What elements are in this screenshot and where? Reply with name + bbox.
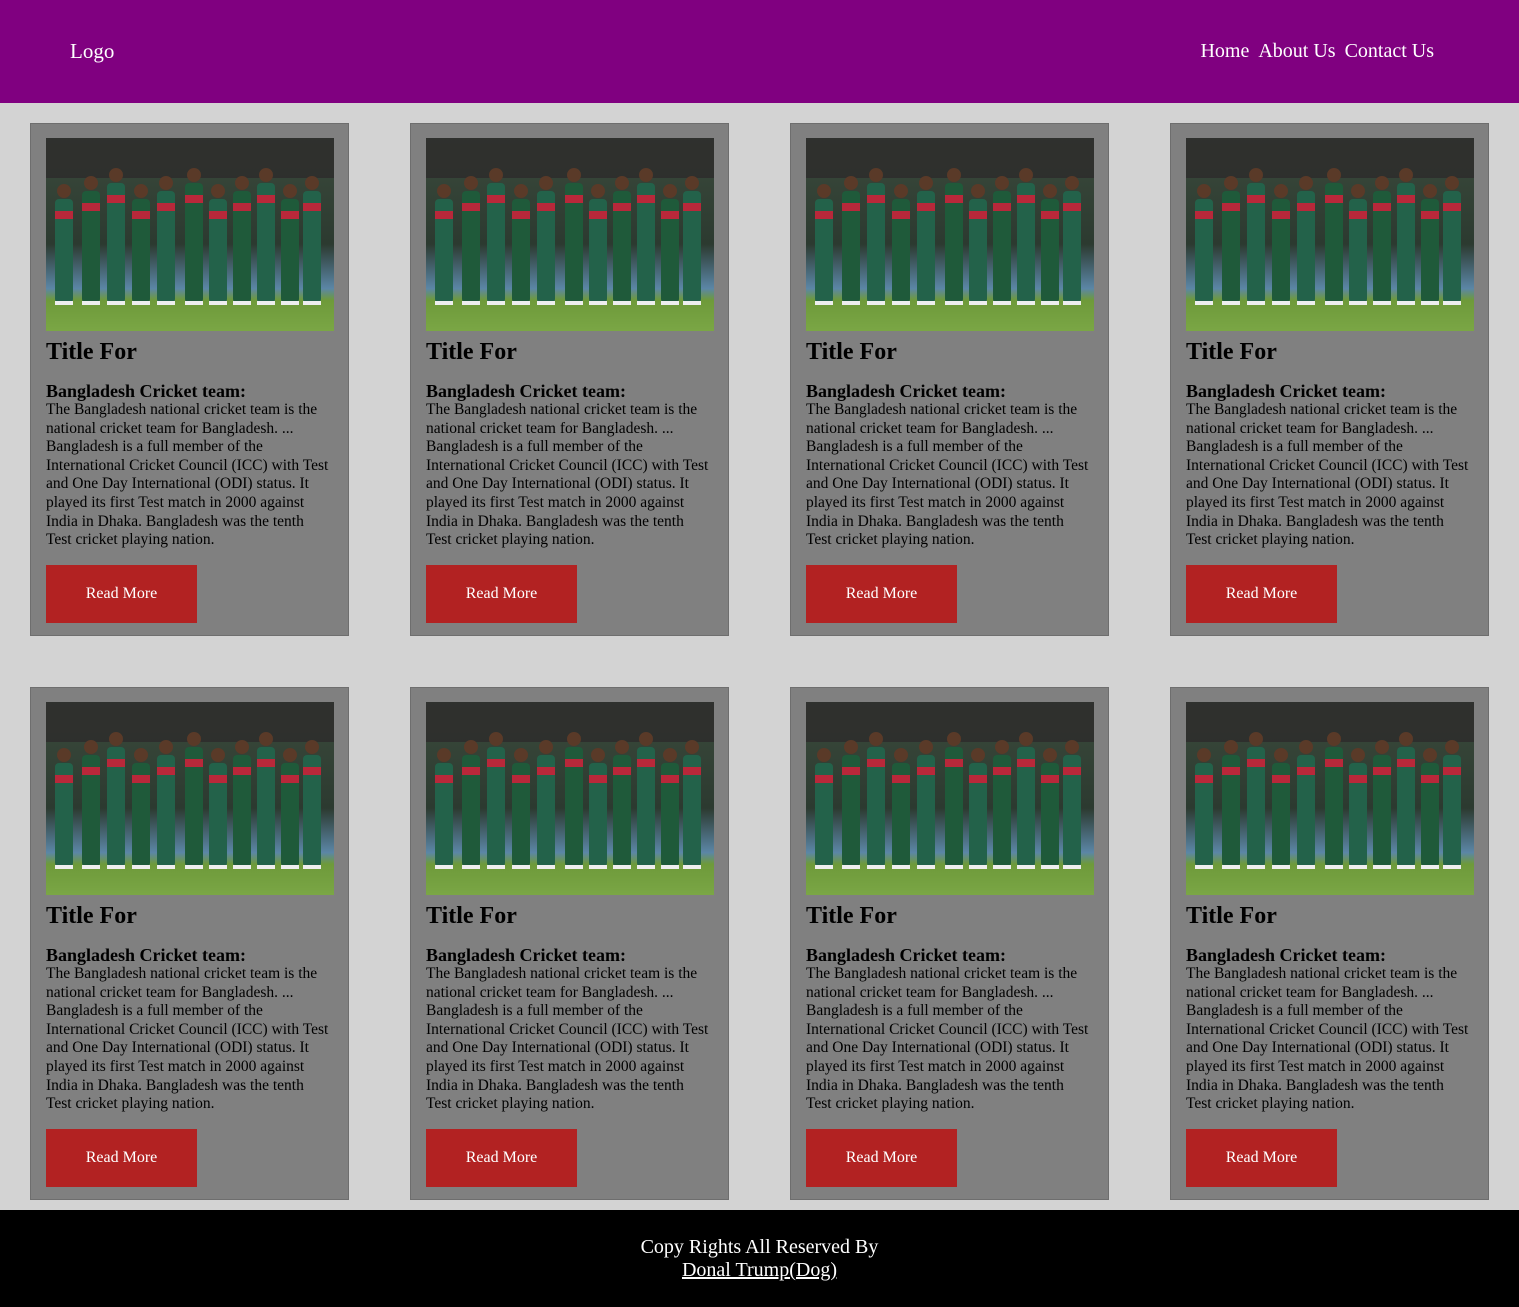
team-photo	[806, 702, 1094, 895]
main-nav: Home About Us Contact Us	[1200, 40, 1434, 63]
team-photo	[426, 138, 714, 331]
card-grid: Title For Bangladesh Cricket team: The B…	[0, 103, 1519, 1210]
logo[interactable]: Logo	[70, 39, 114, 64]
card-7: Title For Bangladesh Cricket team: The B…	[790, 687, 1109, 1200]
copyright-text: Copy Rights All Reserved By	[640, 1236, 879, 1258]
card-title: Title For	[426, 339, 517, 365]
read-more-button[interactable]: Read More	[426, 1128, 577, 1187]
card-title: Title For	[806, 339, 897, 365]
team-photo	[1186, 138, 1474, 331]
card-body: The Bangladesh national cricket team is …	[426, 401, 709, 549]
card-subtitle: Bangladesh Cricket team:	[1186, 945, 1386, 965]
nav-about-link[interactable]: About Us	[1258, 40, 1335, 63]
card-1: Title For Bangladesh Cricket team: The B…	[30, 123, 349, 636]
nav-home-link[interactable]: Home	[1200, 40, 1249, 63]
site-footer: Copy Rights All Reserved By Donal Trump(…	[0, 1210, 1519, 1307]
team-photo	[46, 702, 334, 895]
card-subtitle: Bangladesh Cricket team:	[1186, 381, 1386, 401]
card-6: Title For Bangladesh Cricket team: The B…	[410, 687, 729, 1200]
card-5: Title For Bangladesh Cricket team: The B…	[30, 687, 349, 1200]
card-2: Title For Bangladesh Cricket team: The B…	[410, 123, 729, 636]
site-header: Logo Home About Us Contact Us	[0, 0, 1519, 103]
card-title: Title For	[1186, 903, 1277, 929]
card-subtitle: Bangladesh Cricket team:	[426, 381, 626, 401]
read-more-button[interactable]: Read More	[46, 564, 197, 623]
footer-author-link[interactable]: Donal Trump(Dog)	[682, 1259, 837, 1281]
card-subtitle: Bangladesh Cricket team:	[46, 945, 246, 965]
card-body: The Bangladesh national cricket team is …	[806, 965, 1089, 1113]
card-title: Title For	[1186, 339, 1277, 365]
card-body: The Bangladesh national cricket team is …	[1186, 401, 1469, 549]
card-title: Title For	[46, 903, 137, 929]
nav-contact-link[interactable]: Contact Us	[1345, 40, 1434, 63]
card-8: Title For Bangladesh Cricket team: The B…	[1170, 687, 1489, 1200]
team-photo	[1186, 702, 1474, 895]
read-more-button[interactable]: Read More	[806, 1128, 957, 1187]
read-more-button[interactable]: Read More	[806, 564, 957, 623]
card-title: Title For	[46, 339, 137, 365]
read-more-button[interactable]: Read More	[426, 564, 577, 623]
card-body: The Bangladesh national cricket team is …	[46, 965, 329, 1113]
card-4: Title For Bangladesh Cricket team: The B…	[1170, 123, 1489, 636]
card-body: The Bangladesh national cricket team is …	[426, 965, 709, 1113]
read-more-button[interactable]: Read More	[46, 1128, 197, 1187]
card-body: The Bangladesh national cricket team is …	[46, 401, 329, 549]
team-photo	[426, 702, 714, 895]
card-body: The Bangladesh national cricket team is …	[1186, 965, 1469, 1113]
card-subtitle: Bangladesh Cricket team:	[806, 381, 1006, 401]
read-more-button[interactable]: Read More	[1186, 1128, 1337, 1187]
card-title: Title For	[426, 903, 517, 929]
team-photo	[806, 138, 1094, 331]
team-photo	[46, 138, 334, 331]
card-body: The Bangladesh national cricket team is …	[806, 401, 1089, 549]
card-subtitle: Bangladesh Cricket team:	[46, 381, 246, 401]
read-more-button[interactable]: Read More	[1186, 564, 1337, 623]
card-subtitle: Bangladesh Cricket team:	[426, 945, 626, 965]
card-3: Title For Bangladesh Cricket team: The B…	[790, 123, 1109, 636]
card-subtitle: Bangladesh Cricket team:	[806, 945, 1006, 965]
card-title: Title For	[806, 903, 897, 929]
